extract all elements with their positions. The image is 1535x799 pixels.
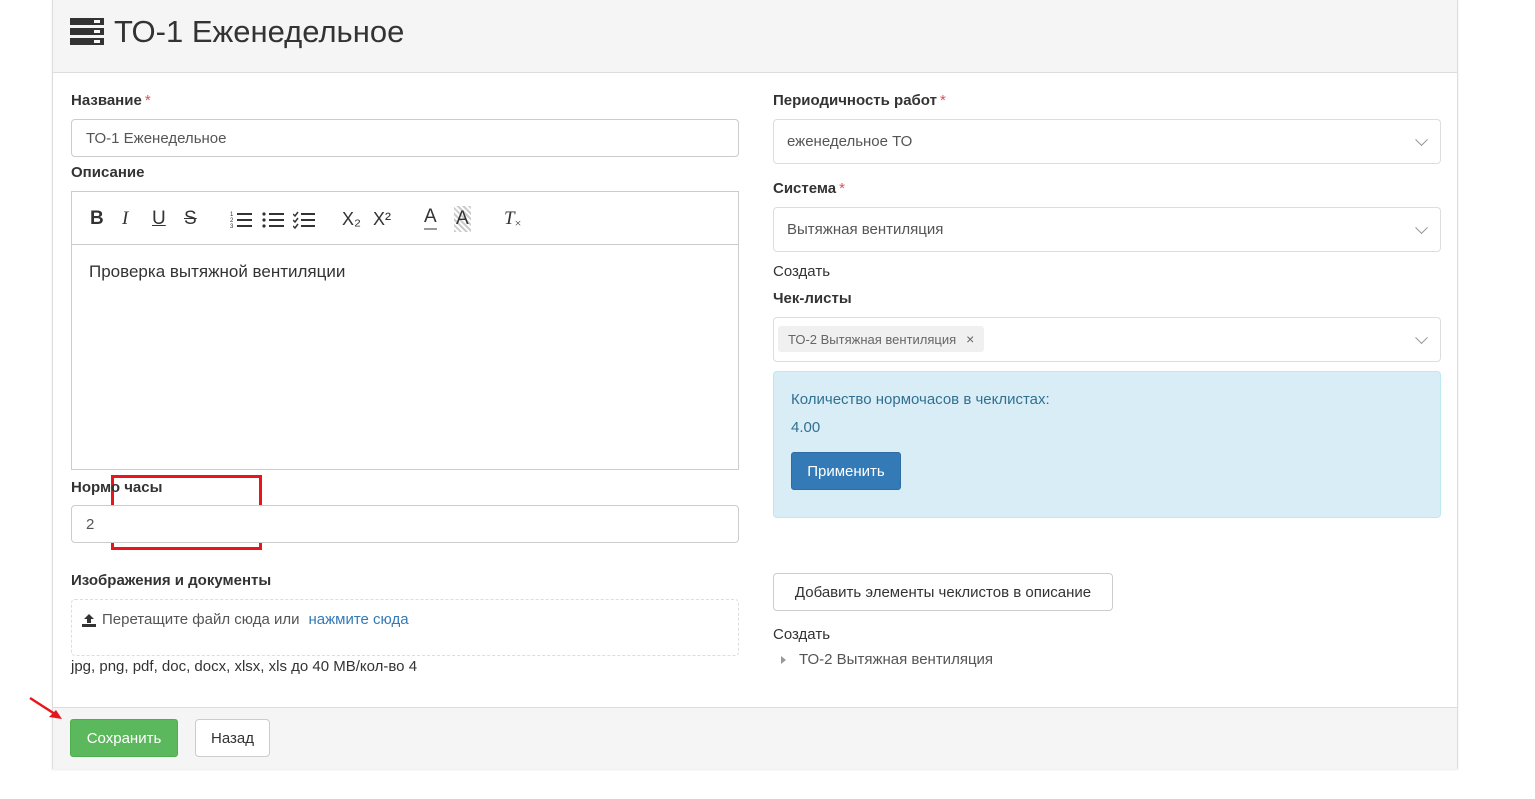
description-editor: B I U S 1 2 3 X₂ X² A A T × Проверка выт… [71,191,739,470]
bullet-list-icon[interactable] [262,206,284,232]
dropzone-text: Перетащите файл сюда или [102,611,300,628]
upload-icon [82,613,96,627]
underline-button[interactable]: U [152,206,166,232]
name-input[interactable]: ТО-1 Еженедельное [71,119,739,157]
superscript-button[interactable]: X² [373,206,391,232]
norm-info-text: Количество нормочасов в чеклистах: [791,391,1050,408]
ordered-list-icon[interactable]: 1 2 3 [230,206,252,232]
annotation-arrow-icon [29,696,62,719]
chevron-down-icon [1415,132,1428,146]
checklists-select[interactable]: ТО-2 Вытяжная вентиляция × [773,317,1441,362]
name-label: Название * [71,92,151,109]
description-label: Описание [71,164,145,181]
italic-button[interactable]: I [122,206,128,232]
periodicity-select[interactable]: еженедельное ТО [773,119,1441,164]
caret-right-icon [781,655,786,664]
bold-button[interactable]: B [90,206,104,232]
tree-item[interactable]: ТО-2 Вытяжная вентиляция [781,651,993,668]
create-link[interactable]: Создать [773,626,830,643]
apply-button[interactable]: Применить [791,452,901,490]
norm-hours-input[interactable]: 2 [71,505,739,543]
add-checklist-items-button[interactable]: Добавить элементы чеклистов в описание [773,573,1113,611]
norm-hours-label: Нормо часы [71,479,163,496]
form-panel: ТО-1 Еженедельное Название * ТО-1 Еженеде… [52,0,1458,769]
background-color-button[interactable]: A [454,206,471,232]
description-text[interactable]: Проверка вытяжной вентиляции [89,262,345,282]
svg-text:3: 3 [230,224,234,230]
back-button[interactable]: Назад [195,719,270,757]
periodicity-label: Периодичность работ * [773,92,946,109]
strikethrough-button[interactable]: S [184,206,197,232]
server-icon [70,18,104,45]
page-title: ТО-1 Еженедельное [114,14,405,49]
chevron-down-icon [1415,330,1428,344]
files-label: Изображения и документы [71,572,272,589]
browse-files-link[interactable]: нажмите сюда [308,611,408,628]
system-label: Система * [773,180,845,197]
form-footer: Сохранить Назад [53,707,1457,769]
norm-info-value: 4.00 [791,419,821,436]
checklists-label: Чек-листы [773,290,852,307]
panel-header: ТО-1 Еженедельное [53,0,1457,73]
files-hint: jpg, png, pdf, doc, docx, xlsx, xls до 4… [71,658,418,675]
create-system-link[interactable]: Создать [773,263,830,280]
subscript-button[interactable]: X₂ [342,206,361,232]
checklist-icon[interactable] [293,206,315,232]
editor-toolbar: B I U S 1 2 3 X₂ X² A A T × [72,192,738,245]
font-color-button[interactable]: A [424,206,437,230]
remove-tag-icon[interactable]: × [966,331,974,347]
checklist-tag: ТО-2 Вытяжная вентиляция × [778,326,985,352]
save-button[interactable]: Сохранить [70,719,178,757]
clear-format-button[interactable]: T × [504,206,521,232]
system-select[interactable]: Вытяжная вентиляция [773,207,1441,252]
chevron-down-icon [1415,220,1428,234]
file-dropzone[interactable]: Перетащите файл сюда или нажмите сюда [71,599,739,656]
norm-hours-info: Количество нормочасов в чеклистах: 4.00 … [773,371,1441,518]
